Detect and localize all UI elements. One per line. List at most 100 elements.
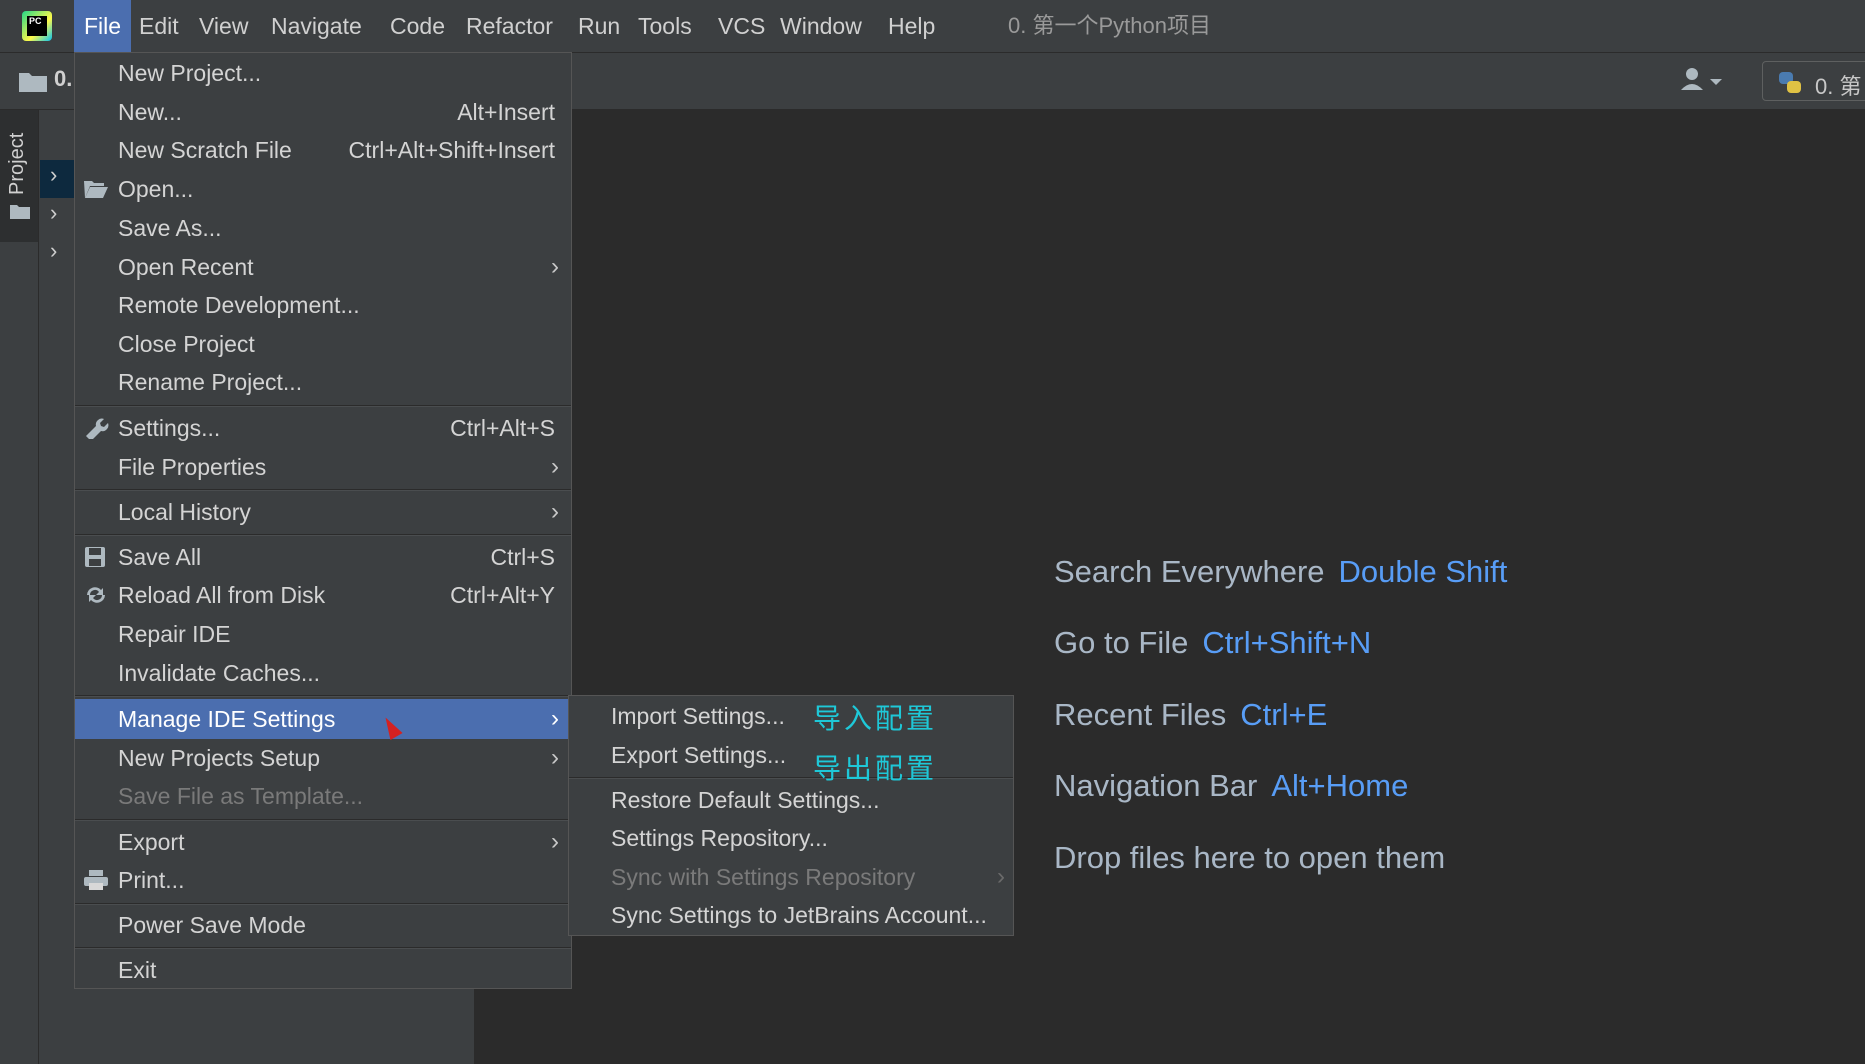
hint-key: Ctrl+E — [1240, 697, 1328, 732]
hint-key: Alt+Home — [1271, 768, 1409, 803]
menu-item-label: Manage IDE Settings — [118, 706, 336, 732]
hint-text: Drop files here to open them — [1054, 840, 1446, 875]
menu-separator — [75, 819, 571, 821]
account-button[interactable] — [1678, 63, 1728, 99]
tree-expand-icon[interactable]: › — [50, 200, 57, 226]
menu-item-local-history[interactable]: Local History › — [75, 493, 571, 531]
menu-file[interactable]: File — [74, 0, 132, 52]
menu-run[interactable]: Run — [568, 0, 630, 52]
hint-key: Double Shift — [1338, 554, 1508, 589]
menu-item-settings[interactable]: Settings... Ctrl+Alt+S — [75, 409, 571, 447]
menu-item-export[interactable]: Export › — [75, 823, 571, 861]
manage-ide-settings-submenu: Import Settings... Export Settings... Re… — [568, 695, 1014, 936]
wrench-icon — [86, 418, 109, 439]
menu-item-label: Export — [118, 829, 185, 855]
pycharm-logo-icon[interactable]: PC — [22, 11, 52, 41]
menu-item-rename-project[interactable]: Rename Project... — [75, 363, 571, 401]
menu-item-remote-development[interactable]: Remote Development... — [75, 286, 571, 324]
folder-open-icon — [84, 181, 108, 198]
menu-tools[interactable]: Tools — [628, 0, 702, 52]
hint-text: Go to File — [1054, 625, 1189, 660]
submenu-item-import-settings[interactable]: Import Settings... — [569, 697, 1013, 735]
menu-item-label: Save All — [118, 544, 202, 570]
reload-icon — [87, 587, 105, 603]
annotation-import: 导入配置 — [813, 703, 938, 734]
hint-text: Search Everywhere — [1054, 554, 1325, 589]
menu-item-file-properties[interactable]: File Properties › — [75, 448, 571, 486]
menu-item-label: Exit — [118, 957, 157, 983]
menu-item-label: Settings... — [118, 415, 221, 441]
hint-key: Ctrl+Shift+N — [1202, 625, 1372, 660]
hint-text: Navigation Bar — [1054, 768, 1258, 803]
menu-help[interactable]: Help — [878, 0, 945, 52]
menu-item-save-all[interactable]: Save All Ctrl+S — [75, 538, 571, 576]
menu-separator — [75, 695, 571, 697]
menu-separator — [569, 777, 1013, 779]
project-folder-icon — [10, 205, 30, 219]
menu-item-label: New... — [118, 99, 182, 125]
menu-item-label: Open Recent — [118, 254, 254, 280]
menu-item-new-scratch-file[interactable]: New Scratch File Ctrl+Alt+Shift+Insert — [75, 131, 571, 169]
menu-item-open[interactable]: Open... — [75, 170, 571, 208]
submenu-item-restore-default-settings[interactable]: Restore Default Settings... — [569, 781, 1013, 819]
annotation-export: 导出配置 — [813, 753, 938, 784]
menu-item-save-file-as-template[interactable]: Save File as Template... — [75, 777, 571, 815]
menu-item-reload-all-from-disk[interactable]: Reload All from Disk Ctrl+Alt+Y — [75, 576, 571, 614]
menu-item-shortcut: Alt+Insert — [457, 99, 555, 125]
folder-icon — [19, 73, 47, 92]
menu-item-exit[interactable]: Exit — [75, 951, 571, 989]
menu-item-shortcut: Ctrl+Alt+S — [450, 415, 555, 441]
menu-item-label: Invalidate Caches... — [118, 660, 321, 686]
tree-expand-icon[interactable]: › — [50, 162, 57, 188]
menu-vcs[interactable]: VCS — [708, 0, 775, 52]
submenu-item-settings-repository[interactable]: Settings Repository... — [569, 819, 1013, 857]
menu-edit[interactable]: Edit — [129, 0, 189, 52]
hint-navigation-bar: Navigation Bar Alt+Home — [1054, 768, 1408, 804]
menu-item-shortcut: Ctrl+Alt+Shift+Insert — [348, 137, 555, 163]
menu-item-label: New Project... — [118, 60, 262, 86]
menu-item-label: Remote Development... — [118, 292, 360, 318]
menu-item-power-save-mode[interactable]: Power Save Mode — [75, 906, 571, 944]
menu-item-label: Close Project — [118, 331, 255, 357]
menu-item-label: Save File as Template... — [118, 783, 364, 809]
menu-item-label: Reload All from Disk — [118, 582, 326, 608]
menu-item-new[interactable]: New... Alt+Insert — [75, 93, 571, 131]
menu-item-open-recent[interactable]: Open Recent › — [75, 248, 571, 286]
submenu-item-sync-settings-to-jetbrains-account[interactable]: Sync Settings to JetBrains Account... — [569, 896, 1013, 934]
menu-item-new-projects-setup[interactable]: New Projects Setup › — [75, 739, 571, 777]
menu-item-shortcut: Ctrl+S — [490, 544, 555, 570]
menu-separator — [75, 489, 571, 491]
submenu-item-sync-with-settings-repository[interactable]: Sync with Settings Repository › — [569, 858, 1013, 896]
submenu-arrow-icon: › — [997, 863, 1005, 890]
submenu-item-export-settings[interactable]: Export Settings... — [569, 736, 1013, 774]
menu-item-new-project[interactable]: New Project... — [75, 54, 571, 92]
menu-item-invalidate-caches[interactable]: Invalidate Caches... — [75, 654, 571, 692]
menu-separator — [75, 947, 571, 949]
run-configuration-selector[interactable]: 0. 第 — [1762, 61, 1865, 101]
menu-view[interactable]: View — [189, 0, 258, 52]
tree-expand-icon[interactable]: › — [50, 238, 57, 264]
menu-item-repair-ide[interactable]: Repair IDE — [75, 615, 571, 653]
submenu-arrow-icon: › — [551, 453, 559, 480]
menu-navigate[interactable]: Navigate — [261, 0, 372, 52]
menu-item-save-as[interactable]: Save As... — [75, 209, 571, 247]
menu-window[interactable]: Window — [770, 0, 872, 52]
hint-search-everywhere: Search Everywhere Double Shift — [1054, 554, 1507, 590]
user-icon — [1681, 68, 1722, 90]
menu-code[interactable]: Code — [380, 0, 455, 52]
project-breadcrumb[interactable]: 0. — [54, 66, 72, 92]
menu-item-manage-ide-settings[interactable]: Manage IDE Settings › — [75, 699, 571, 739]
menu-item-label: Rename Project... — [118, 369, 303, 395]
menu-item-print[interactable]: Print... — [75, 861, 571, 899]
submenu-arrow-icon: › — [551, 705, 559, 732]
menu-item-label: Save As... — [118, 215, 222, 241]
menu-item-label: Power Save Mode — [118, 912, 306, 938]
menu-refactor[interactable]: Refactor — [456, 0, 563, 52]
submenu-arrow-icon: › — [551, 744, 559, 771]
menu-item-label: New Projects Setup — [118, 745, 320, 771]
menu-separator — [75, 903, 571, 905]
submenu-arrow-icon: › — [551, 253, 559, 280]
submenu-item-label: Export Settings... — [611, 742, 787, 768]
menu-item-close-project[interactable]: Close Project — [75, 325, 571, 363]
menu-item-shortcut: Ctrl+Alt+Y — [450, 582, 555, 608]
